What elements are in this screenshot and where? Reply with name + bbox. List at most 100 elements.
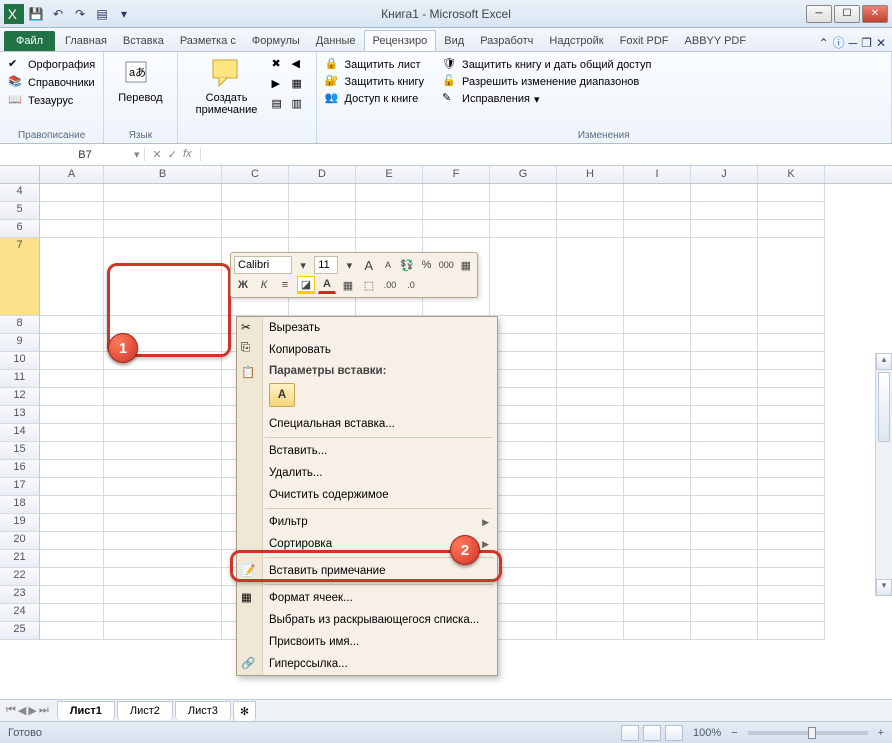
cell-J13[interactable] <box>691 406 758 424</box>
mini-font-select[interactable] <box>234 256 292 274</box>
border-icon[interactable]: ▦ <box>339 276 357 294</box>
tab-developer[interactable]: Разработч <box>472 31 541 51</box>
scroll-thumb[interactable] <box>878 372 890 442</box>
cell-J23[interactable] <box>691 586 758 604</box>
tab-data[interactable]: Данные <box>308 31 364 51</box>
align-icon[interactable]: ≡ <box>276 276 294 294</box>
cell-I22[interactable] <box>624 568 691 586</box>
sheet-tab-3[interactable]: Лист3 <box>175 701 231 720</box>
row-header-13[interactable]: 13 <box>0 406 40 424</box>
cell-I11[interactable] <box>624 370 691 388</box>
translate-button[interactable]: aあ Перевод <box>112 56 168 106</box>
view-normal-icon[interactable] <box>621 725 639 741</box>
close-button[interactable]: ✕ <box>862 5 888 23</box>
zoom-slider[interactable] <box>748 731 868 735</box>
cell-H21[interactable] <box>557 550 624 568</box>
cell-J24[interactable] <box>691 604 758 622</box>
cell-I19[interactable] <box>624 514 691 532</box>
cell-K16[interactable] <box>758 460 825 478</box>
cell-A23[interactable] <box>40 586 104 604</box>
cell-D4[interactable] <box>289 184 356 202</box>
cell-B16[interactable] <box>104 460 222 478</box>
cell-I21[interactable] <box>624 550 691 568</box>
cell-G20[interactable] <box>490 532 557 550</box>
cell-H18[interactable] <box>557 496 624 514</box>
zoom-thumb[interactable] <box>808 727 816 739</box>
cell-A5[interactable] <box>40 202 104 220</box>
cell-J22[interactable] <box>691 568 758 586</box>
ctx-paste-special[interactable]: Специальная вставка... <box>237 413 497 435</box>
cell-I13[interactable] <box>624 406 691 424</box>
cell-H20[interactable] <box>557 532 624 550</box>
cell-K6[interactable] <box>758 220 825 238</box>
row-header-7[interactable]: 7 <box>0 238 40 316</box>
cell-I8[interactable] <box>624 316 691 334</box>
cell-I9[interactable] <box>624 334 691 352</box>
format-painter-icon[interactable]: ▦ <box>458 256 474 274</box>
cell-H22[interactable] <box>557 568 624 586</box>
cell-K24[interactable] <box>758 604 825 622</box>
cell-B5[interactable] <box>104 202 222 220</box>
view-break-icon[interactable] <box>665 725 683 741</box>
col-header-K[interactable]: K <box>758 166 825 183</box>
col-header-I[interactable]: I <box>624 166 691 183</box>
redo-icon[interactable]: ↷ <box>70 4 90 24</box>
cell-C4[interactable] <box>222 184 289 202</box>
cell-H15[interactable] <box>557 442 624 460</box>
cell-G5[interactable] <box>490 202 557 220</box>
cell-B4[interactable] <box>104 184 222 202</box>
cell-J21[interactable] <box>691 550 758 568</box>
italic-icon[interactable]: К <box>255 276 273 294</box>
spelling-button[interactable]: ✔Орфография <box>8 57 95 73</box>
cell-J10[interactable] <box>691 352 758 370</box>
minimize-button[interactable]: ─ <box>806 5 832 23</box>
cell-H6[interactable] <box>557 220 624 238</box>
cell-I16[interactable] <box>624 460 691 478</box>
share-workbook-button[interactable]: 👥Доступ к книге <box>325 91 425 107</box>
cell-A13[interactable] <box>40 406 104 424</box>
cell-B20[interactable] <box>104 532 222 550</box>
vertical-scrollbar[interactable]: ▴ ▾ <box>875 353 892 596</box>
col-header-E[interactable]: E <box>356 166 423 183</box>
cell-H14[interactable] <box>557 424 624 442</box>
cell-K11[interactable] <box>758 370 825 388</box>
cell-H7[interactable] <box>557 238 624 316</box>
cell-K18[interactable] <box>758 496 825 514</box>
row-header-17[interactable]: 17 <box>0 478 40 496</box>
cell-A20[interactable] <box>40 532 104 550</box>
file-tab[interactable]: Файл <box>4 31 55 51</box>
cell-J5[interactable] <box>691 202 758 220</box>
cell-G23[interactable] <box>490 586 557 604</box>
cell-K20[interactable] <box>758 532 825 550</box>
cell-I20[interactable] <box>624 532 691 550</box>
ctx-format-cells[interactable]: ▦Формат ячеек... <box>237 587 497 609</box>
cell-J12[interactable] <box>691 388 758 406</box>
track-changes-button[interactable]: ✎Исправления ▾ <box>442 91 651 107</box>
paste-values-button[interactable]: A <box>269 383 295 407</box>
cell-G10[interactable] <box>490 352 557 370</box>
merge-icon[interactable]: ⬚ <box>360 276 378 294</box>
cell-F5[interactable] <box>423 202 490 220</box>
cell-J19[interactable] <box>691 514 758 532</box>
cell-E6[interactable] <box>356 220 423 238</box>
chevron-down-icon[interactable]: ▾ <box>295 256 311 274</box>
cell-I17[interactable] <box>624 478 691 496</box>
delete-comment-icon[interactable]: ✖ <box>272 57 288 73</box>
cell-K7[interactable] <box>758 238 825 316</box>
cell-J14[interactable] <box>691 424 758 442</box>
cell-G12[interactable] <box>490 388 557 406</box>
ctx-clear[interactable]: Очистить содержимое <box>237 484 497 506</box>
cell-J18[interactable] <box>691 496 758 514</box>
cell-H10[interactable] <box>557 352 624 370</box>
cell-H23[interactable] <box>557 586 624 604</box>
cell-A11[interactable] <box>40 370 104 388</box>
ctx-insert[interactable]: Вставить... <box>237 440 497 462</box>
sheet-nav-last-icon[interactable]: ⏭ <box>39 704 49 717</box>
show-comment-icon[interactable]: ▦ <box>292 77 308 93</box>
cell-A18[interactable] <box>40 496 104 514</box>
row-header-10[interactable]: 10 <box>0 352 40 370</box>
cell-G4[interactable] <box>490 184 557 202</box>
cell-I6[interactable] <box>624 220 691 238</box>
ctx-copy[interactable]: ⎘Копировать <box>237 339 497 361</box>
sheet-tab-1[interactable]: Лист1 <box>57 701 115 720</box>
